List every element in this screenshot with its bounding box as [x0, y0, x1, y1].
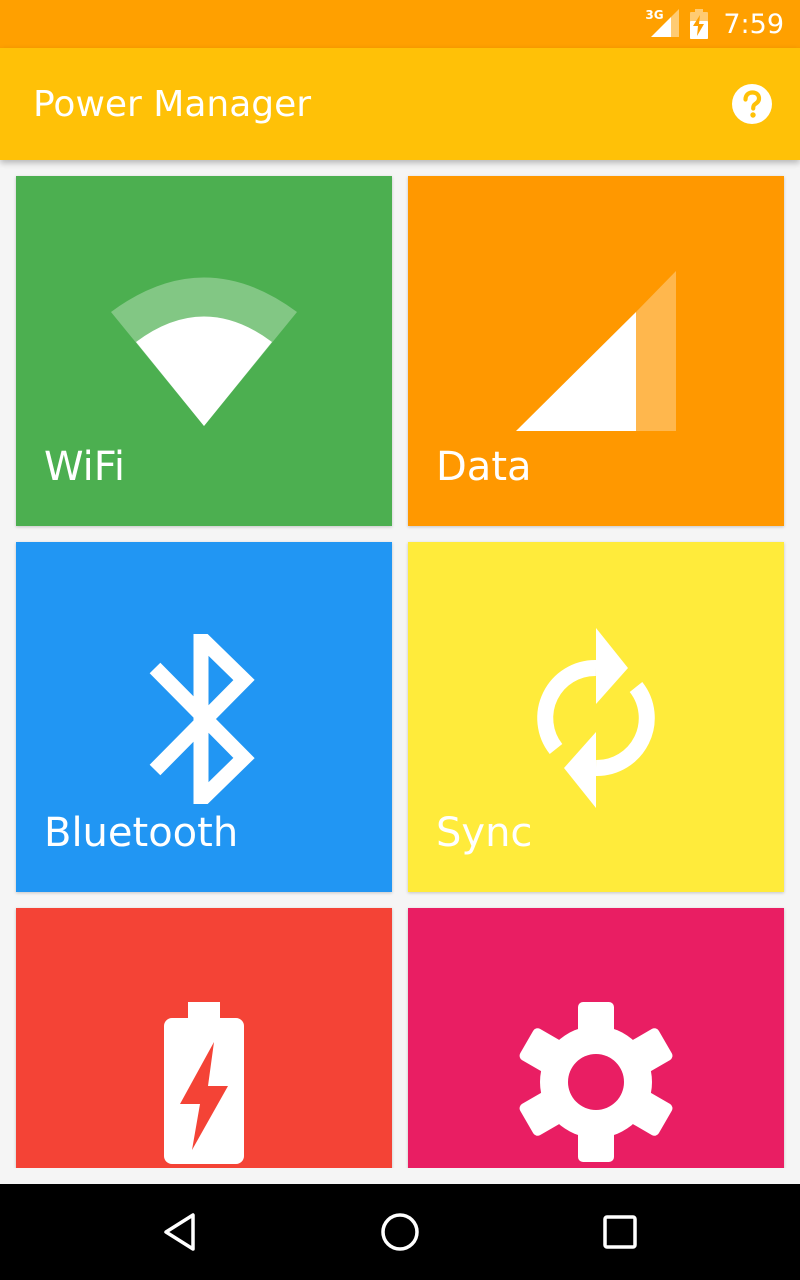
navigation-bar — [0, 1184, 800, 1280]
bluetooth-tile[interactable]: Bluetooth — [16, 542, 392, 892]
status-icons: 3G 7:59 — [645, 0, 784, 48]
home-button[interactable] — [370, 1202, 430, 1262]
data-tile[interactable]: Data — [408, 176, 784, 526]
wifi-tile[interactable]: WiFi — [16, 176, 392, 526]
data-tile-label: Data — [436, 444, 532, 490]
back-icon — [164, 1213, 195, 1251]
wifi-tile-label: WiFi — [44, 444, 125, 490]
clock: 7:59 — [723, 8, 784, 40]
battery-charging-status-icon — [690, 9, 709, 39]
recents-icon — [603, 1215, 637, 1249]
sync-icon — [537, 628, 655, 808]
tile-grid: WiFi Data Bluetooth Sync — [0, 160, 800, 1168]
back-button[interactable] — [150, 1202, 210, 1262]
signal-indicator: 3G — [645, 8, 680, 39]
sync-tile[interactable]: Sync — [408, 542, 784, 892]
settings-tile[interactable] — [408, 908, 784, 1168]
home-icon — [381, 1213, 419, 1251]
sync-tile-label: Sync — [436, 810, 533, 856]
recents-button[interactable] — [590, 1202, 650, 1262]
settings-gear-icon — [519, 1002, 673, 1162]
battery-charging-icon — [164, 1002, 244, 1164]
battery-tile[interactable] — [16, 908, 392, 1168]
app-title: Power Manager — [33, 84, 312, 125]
cellular-data-icon — [516, 271, 676, 431]
signal-icon — [651, 9, 680, 37]
help-circle-icon — [732, 84, 772, 124]
bluetooth-icon — [149, 634, 255, 804]
status-bar: 3G 7:59 — [0, 0, 800, 48]
wifi-icon — [111, 277, 297, 426]
help-button[interactable] — [732, 84, 772, 124]
app-bar: Power Manager — [0, 48, 800, 160]
bluetooth-tile-label: Bluetooth — [44, 810, 239, 856]
